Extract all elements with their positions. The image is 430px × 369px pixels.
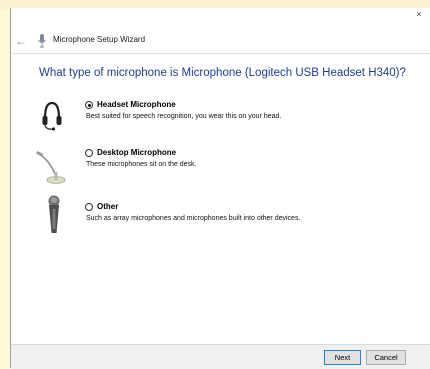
button-bar: Next Cancel [11, 344, 430, 369]
wizard-window: × ← Microphone Setup Wizard What type of… [10, 8, 430, 369]
option-desktop: Desktop Microphone These microphones sit… [11, 146, 411, 190]
title-bar: × [11, 8, 430, 29]
back-button[interactable]: ← [13, 33, 29, 49]
option-headset: Headset Microphone Best suited for speec… [11, 98, 411, 142]
headset-icon [42, 101, 62, 131]
option-label-headset[interactable]: Headset Microphone [97, 100, 176, 109]
navigation-bar: ← Microphone Setup Wizard [11, 29, 430, 54]
cancel-button[interactable]: Cancel [366, 350, 406, 365]
option-description-other: Such as array microphones and microphone… [86, 215, 301, 222]
option-other: Other Such as array microphones and micr… [11, 195, 411, 239]
next-button[interactable]: Next [324, 350, 361, 365]
option-description-desktop: These microphones sit on the desk. [86, 161, 197, 168]
radio-other[interactable] [85, 203, 93, 211]
page-question: What type of microphone is Microphone (L… [39, 67, 406, 79]
desktop-microphone-icon [36, 151, 66, 184]
radio-desktop[interactable] [85, 149, 93, 157]
option-description-headset: Best suited for speech recognition, you … [86, 113, 282, 120]
handheld-microphone-icon [48, 195, 60, 233]
window-title: Microphone Setup Wizard [53, 35, 146, 44]
option-label-other[interactable]: Other [97, 202, 118, 211]
radio-headset[interactable] [85, 101, 93, 109]
close-button[interactable]: × [408, 8, 430, 22]
microphone-icon [38, 34, 46, 48]
option-label-desktop[interactable]: Desktop Microphone [97, 148, 176, 157]
